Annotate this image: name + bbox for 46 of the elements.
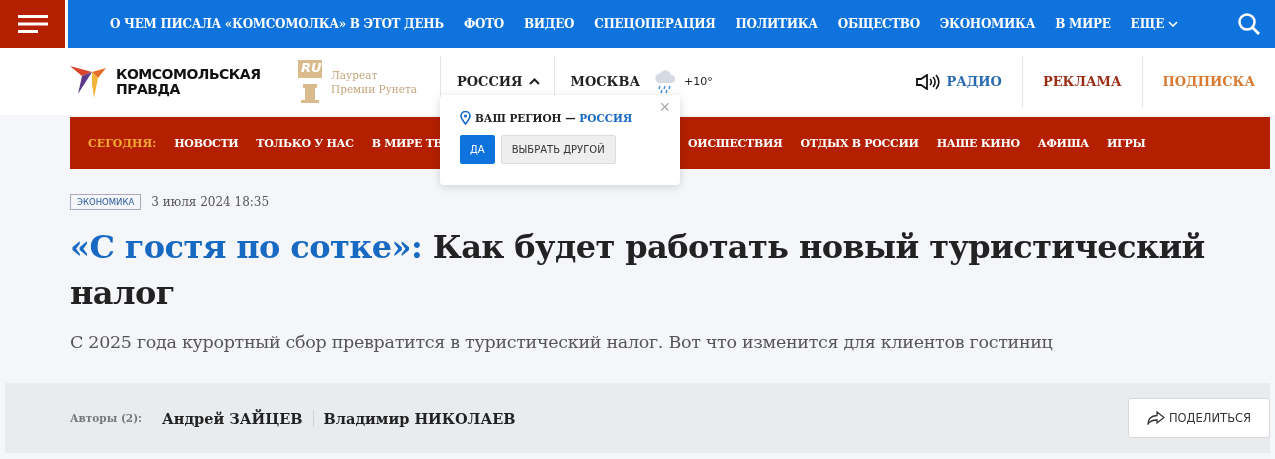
chevron-up-icon — [528, 78, 540, 85]
award-statue-icon — [295, 59, 325, 104]
nav-link[interactable]: АФИША — [1037, 136, 1090, 150]
nav-link[interactable]: О ЧЕМ ПИСАЛА «КОМСОМОЛКА» В ЭТОТ ДЕНЬ — [110, 17, 444, 31]
author-link[interactable]: Андрей ЗАЙЦЕВ — [152, 409, 313, 427]
nav-link[interactable]: ПОЛИТИКА — [735, 17, 818, 31]
share-button[interactable]: ПОДЕЛИТЬСЯ — [1128, 398, 1270, 438]
region-question: ВАШ РЕГИОН — РОССИЯ — [475, 112, 633, 124]
nav-link[interactable]: В МИРЕ — [1055, 17, 1111, 31]
nav-link[interactable]: ИГРЫ — [1107, 136, 1146, 150]
author-link[interactable]: Владимир НИКОЛАЕВ — [312, 409, 526, 427]
nav-link[interactable]: ТОЛЬКО У НАС — [256, 136, 354, 150]
city-label[interactable]: МОСКВА — [570, 74, 640, 89]
menu-button[interactable] — [0, 0, 65, 48]
confirm-button[interactable]: ДА — [460, 135, 495, 164]
nav-link[interactable]: ОИСШЕСТВИЯ — [688, 136, 783, 150]
share-arrow-icon — [1146, 411, 1165, 425]
header-link[interactable]: РЕКЛАМА — [1021, 55, 1142, 108]
nav-link[interactable]: ЭКОНОМИКА — [939, 17, 1036, 31]
more-link[interactable]: ЕЩЕ — [1130, 17, 1179, 31]
nav-link[interactable]: СПЕЦОПЕРАЦИЯ — [594, 17, 716, 31]
rain-cloud-icon — [654, 68, 676, 95]
authors-label: Авторы (2): — [70, 412, 142, 424]
chevron-down-icon — [1168, 21, 1179, 27]
nav-link[interactable]: ОБЩЕСТВО — [837, 17, 920, 31]
logo[interactable]: КОМСОМОЛЬСКАЯ ПРАВДА — [70, 63, 295, 100]
category-tag[interactable]: ЭКОНОМИКА — [70, 194, 142, 210]
location-pin-icon — [460, 111, 471, 125]
menu-icon — [17, 14, 48, 34]
nav-link[interactable]: ВИДЕО — [523, 17, 575, 31]
speaker-icon — [916, 73, 941, 90]
article-lead: С 2025 года курортный сбор превратится в туристический налог. Вот что изменится для клиентов гостиниц — [70, 332, 1054, 352]
logo-text: КОМСОМОЛЬСКАЯ ПРАВДА — [116, 66, 261, 97]
award-label: RU — [301, 59, 322, 75]
nav-link[interactable]: ОТДЫХ В РОССИИ — [800, 136, 919, 150]
award-text: Лауреат Премии Рунета — [331, 67, 418, 96]
article-date: 3 июля 2024 18:35 — [151, 195, 270, 209]
nav-link[interactable]: ФОТО — [463, 17, 504, 31]
article-title: «С гостя по сотке»: Как будет работать новый туристический налог — [70, 227, 1206, 314]
choose-other-button[interactable]: ВЫБРАТЬ ДРУГОЙ — [500, 135, 616, 164]
search-icon[interactable] — [1237, 12, 1261, 36]
today-label: СЕГОДНЯ: — [88, 136, 157, 150]
radio-link[interactable]: РАДИО — [896, 55, 1022, 108]
temperature: +10° — [684, 75, 713, 88]
nav-link[interactable]: НАШЕ КИНО — [936, 136, 1020, 150]
nav-link[interactable]: НОВОСТИ — [174, 136, 239, 150]
